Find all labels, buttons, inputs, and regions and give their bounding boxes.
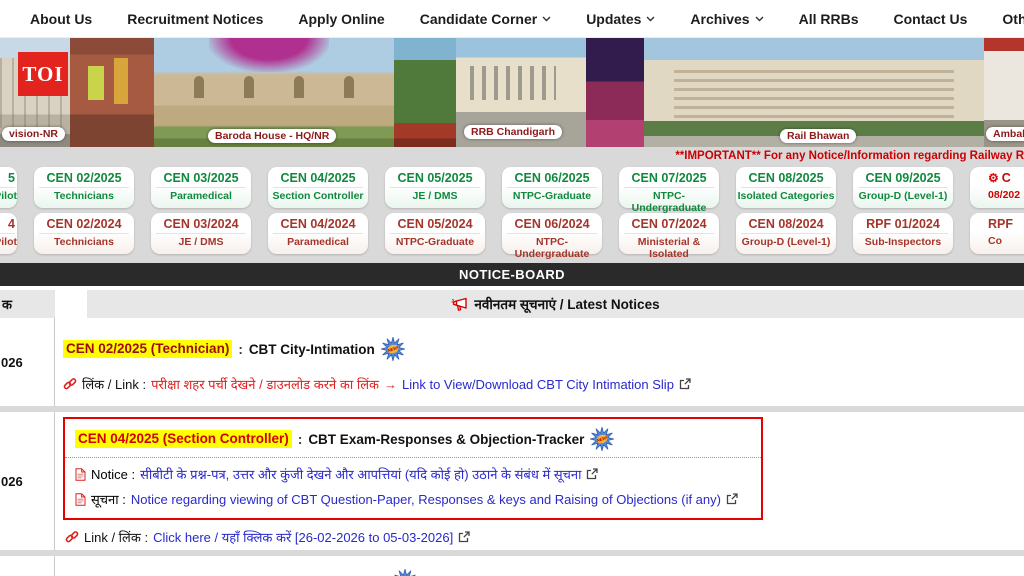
notice-title: CBT City-Intimation	[249, 342, 375, 357]
highlighted-notice-box: CEN 04/2025 (Section Controller) : CBT E…	[63, 417, 763, 520]
notice-title-line: CEN 02/2025 (Technician) : CBT City-Inti…	[63, 337, 1024, 361]
gear-icon: ⚙	[988, 171, 999, 185]
new-starburst-icon	[393, 569, 417, 576]
cen-card-03-2025[interactable]: CEN 03/2025Paramedical	[151, 167, 251, 208]
banner-photo-brick-building	[70, 38, 154, 147]
cen-label-highlight: CEN 04/2025 (Section Controller)	[75, 430, 292, 448]
banner-caption-rrb-chandigarh: RRB Chandigarh	[464, 125, 562, 139]
cen-card-right-partial-2025[interactable]: ⚙C 08/202	[970, 167, 1024, 208]
pdf-icon	[75, 468, 86, 481]
nav-updates[interactable]: Updates	[586, 11, 655, 27]
new-starburst-icon: NEW!	[590, 427, 614, 451]
external-link-icon[interactable]	[458, 531, 470, 543]
toi-logo: TOI	[18, 52, 68, 96]
nav-archives[interactable]: Archives	[690, 11, 763, 27]
link-hindi-text[interactable]: परीक्षा शहर पर्ची देखने / डाउनलोड करने क…	[151, 375, 379, 393]
banner-caption-ambala: Ambala	[986, 127, 1024, 141]
notice-pdf-line-hindi: Notice : सीबीटी के प्रश्न-पत्र, उत्तर और…	[75, 465, 751, 483]
cbt-objection-notice-hindi-link[interactable]: सीबीटी के प्रश्न-पत्र, उत्तर और कुंजी दे…	[140, 465, 581, 483]
notice-row-cen02-2025: 026 CEN 02/2025 (Technician) : CBT City-…	[0, 318, 1024, 406]
latest-notices-header-row: क नवीनतम सूचनाएं / Latest Notices	[0, 290, 1024, 318]
cen-card-06-2025[interactable]: CEN 06/2025NTPC-Graduate	[502, 167, 602, 208]
cen-card-02-2024[interactable]: CEN 02/2024Technicians	[34, 213, 134, 254]
cbt-city-intimation-link[interactable]: Link to View/Download CBT City Intimatio…	[402, 377, 674, 392]
chevron-down-icon	[542, 16, 551, 22]
latest-notices-header: नवीनतम सूचनाएं / Latest Notices	[87, 290, 1024, 318]
cen-card-01-2024-partial[interactable]: 4Pilot	[0, 213, 17, 254]
notice-link-line: लिंक / Link : परीक्षा शहर पर्ची देखने / …	[63, 375, 1024, 393]
cbt-objection-notice-english-link[interactable]: Notice regarding viewing of CBT Question…	[131, 492, 721, 507]
cen-card-03-2024[interactable]: CEN 03/2024JE / DMS	[151, 213, 251, 254]
external-link-icon[interactable]	[679, 378, 691, 390]
nav-all-rrbs[interactable]: All RRBs	[799, 11, 859, 27]
cen-strip: **IMPORTANT** For any Notice/Information…	[0, 147, 1024, 263]
external-link-icon[interactable]	[586, 468, 598, 480]
cen-card-04-2025[interactable]: CEN 04/2025Section Controller	[268, 167, 368, 208]
nav-recruitment-notices[interactable]: Recruitment Notices	[127, 11, 263, 27]
link-chain-icon	[63, 377, 77, 391]
cen-card-08-2024[interactable]: CEN 08/2024Group-D (Level-1)	[736, 213, 836, 254]
cen-card-05-2025[interactable]: CEN 05/2025JE / DMS	[385, 167, 485, 208]
banner-photo-trees	[394, 38, 456, 147]
banner-caption-division-nr: vision-NR	[2, 127, 65, 141]
notice-board-bar: NOTICE-BOARD	[0, 263, 1024, 286]
nav-candidate-corner[interactable]: Candidate Corner	[420, 11, 551, 27]
external-link-icon[interactable]	[726, 493, 738, 505]
banner-photo-festival	[586, 38, 644, 147]
latest-notices-body: 026 CEN 02/2025 (Technician) : CBT City-…	[0, 318, 1024, 576]
dotted-divider	[65, 457, 761, 458]
chevron-down-icon	[646, 16, 655, 22]
cen-card-09-2025[interactable]: CEN 09/2025Group-D (Level-1)	[853, 167, 953, 208]
cen-label-highlight: CEN 02/2025 (Technician)	[63, 340, 232, 358]
notice-row-partial	[0, 556, 1024, 576]
nav-apply-online[interactable]: Apply Online	[298, 11, 384, 27]
cen-card-04-2024[interactable]: CEN 04/2024Paramedical	[268, 213, 368, 254]
banner-caption-rail-bhawan: Rail Bhawan	[780, 129, 856, 143]
cen-card-01-2025-partial[interactable]: 5Pilot	[0, 167, 17, 208]
top-navigation: About Us Recruitment Notices Apply Onlin…	[0, 0, 1024, 38]
rpf-card-01-2024[interactable]: RPF 01/2024Sub-Inspectors	[853, 213, 953, 254]
nav-contact-us[interactable]: Contact Us	[893, 11, 967, 27]
notice-title-line: CEN 04/2025 (Section Controller) : CBT E…	[75, 427, 751, 451]
objection-tracker-click-here-link[interactable]: Click here / यहाँ क्लिक करें [26-02-2026…	[153, 528, 453, 546]
rpf-card-right-partial-2024[interactable]: RPF Co	[970, 213, 1024, 254]
nav-other-important-link[interactable]: Other Important Link	[1002, 11, 1024, 27]
notice-row-cen04-2025: 026 CEN 04/2025 (Section Controller) : C…	[0, 412, 1024, 550]
date-column-header: क	[0, 290, 55, 318]
megaphone-icon	[451, 297, 468, 312]
chevron-down-icon	[755, 16, 764, 22]
cen-card-07-2024[interactable]: CEN 07/2024Ministerial & Isolated	[619, 213, 719, 254]
cen-card-08-2025[interactable]: CEN 08/2025Isolated Categories	[736, 167, 836, 208]
cen-card-06-2024[interactable]: CEN 06/2024NTPC-Undergraduate	[502, 213, 602, 254]
important-marquee: **IMPORTANT** For any Notice/Information…	[0, 149, 1024, 164]
new-starburst-icon: NEW!	[381, 337, 405, 361]
photo-banner: TOI vision-NR Baroda House - HQ/NR RRB C…	[0, 38, 1024, 147]
notice-title: CBT Exam-Responses & Objection-Tracker	[308, 432, 584, 447]
nav-about-us[interactable]: About Us	[30, 11, 92, 27]
notice-link-line: Link / लिंक : Click here / यहाँ क्लिक कर…	[65, 528, 1024, 546]
cen-card-05-2024[interactable]: CEN 05/2024NTPC-Graduate	[385, 213, 485, 254]
notice-date: 026	[0, 412, 55, 550]
pdf-icon	[75, 493, 86, 506]
notice-date: 026	[0, 318, 55, 406]
banner-caption-baroda-house: Baroda House - HQ/NR	[208, 129, 336, 143]
notice-pdf-line-english: सूचना : Notice regarding viewing of CBT …	[75, 490, 751, 508]
notice-date	[0, 556, 55, 576]
cen-card-07-2025[interactable]: CEN 07/2025NTPC-Undergraduate	[619, 167, 719, 208]
cen-row-2025: 5Pilot CEN 02/2025Technicians CEN 03/202…	[0, 167, 1024, 208]
cen-card-02-2025[interactable]: CEN 02/2025Technicians	[34, 167, 134, 208]
cen-row-2024: 4Pilot CEN 02/2024Technicians CEN 03/202…	[0, 213, 1024, 254]
link-chain-icon	[65, 530, 79, 544]
